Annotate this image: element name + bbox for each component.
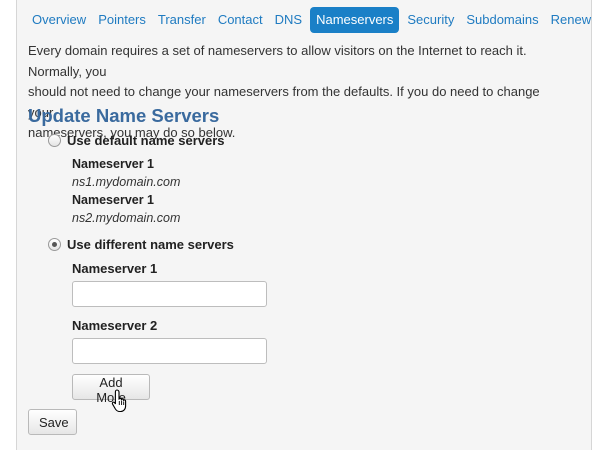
tab-contact[interactable]: Contact — [212, 7, 269, 33]
intro-text: Every domain requires a set of nameserve… — [28, 41, 568, 144]
tab-subdomains[interactable]: Subdomains — [460, 7, 544, 33]
use-default-radio-option[interactable]: Use default name servers — [48, 133, 225, 148]
section-title: Update Name Servers — [28, 105, 220, 126]
nameserver-1-input[interactable] — [72, 281, 267, 307]
nameserver-2-input[interactable] — [72, 338, 267, 364]
intro-line: Every domain requires a set of nameserve… — [28, 43, 527, 79]
nameserver-1-label: Nameserver 1 — [72, 261, 158, 276]
save-button[interactable]: Save — [28, 409, 77, 435]
tab-transfer[interactable]: Transfer — [152, 7, 212, 33]
use-default-radio[interactable] — [48, 134, 61, 147]
tab-pointers[interactable]: Pointers — [92, 7, 152, 33]
default-nameserver-value: ns1.mydomain.com — [72, 175, 181, 189]
tab-dns[interactable]: DNS — [269, 7, 308, 33]
tab-overview[interactable]: Overview — [26, 7, 92, 33]
default-nameserver-label: Nameserver 1 — [72, 157, 155, 171]
nameserver-2-label: Nameserver 2 — [72, 318, 158, 333]
default-nameserver-value: ns2.mydomain.com — [72, 211, 181, 225]
domain-tabs: Overview Pointers Transfer Contact DNS N… — [26, 7, 597, 33]
use-default-label: Use default name servers — [67, 133, 225, 148]
use-different-radio-option[interactable]: Use different name servers — [48, 237, 234, 252]
use-different-label: Use different name servers — [67, 237, 234, 252]
default-nameserver-label: Nameserver 1 — [72, 193, 155, 207]
hand-pointer-icon — [111, 389, 127, 413]
use-different-radio[interactable] — [48, 238, 61, 251]
tab-nameservers[interactable]: Nameservers — [310, 7, 400, 33]
tab-security[interactable]: Security — [401, 7, 460, 33]
tab-renew[interactable]: Renew — [545, 7, 597, 33]
